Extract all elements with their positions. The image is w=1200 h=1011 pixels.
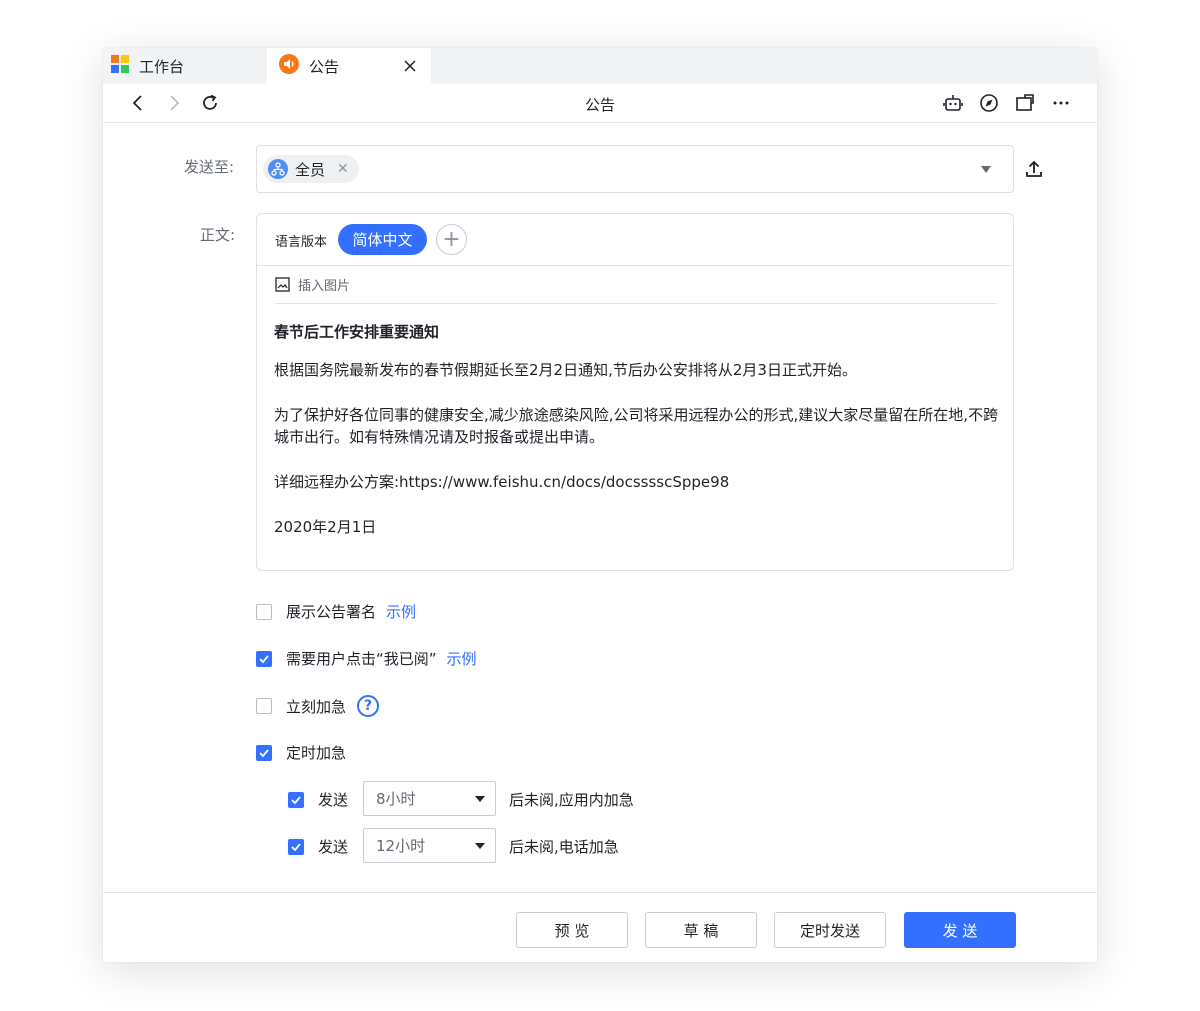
rule2-send-label: 发送 xyxy=(318,838,349,856)
remove-chip-icon[interactable]: ✕ xyxy=(337,161,349,177)
scheduled-urgent-label: 定时加急 xyxy=(286,744,347,762)
show-signature-checkbox[interactable] xyxy=(256,603,272,620)
option-urgent-now: 立刻加急 ? xyxy=(256,695,380,717)
content-paragraph: 根据国务院最新发布的春节假期延长至2月2日通知,节后办公安排将从2月3日正式开始… xyxy=(274,361,857,379)
content-date: 2020年2月1日 xyxy=(274,518,377,536)
insert-image-button[interactable]: 插入图片 xyxy=(275,266,997,304)
new-window-icon[interactable] xyxy=(1014,92,1036,114)
help-icon[interactable]: ? xyxy=(357,695,380,717)
language-label: 语言版本 xyxy=(275,235,328,250)
announcement-window: 工作台 公告 公告 发送至: 全员 ✕ 正文: 语言版本 简体中文 + 插入图片… xyxy=(103,48,1097,962)
rule1-duration-select[interactable]: 8小时 xyxy=(363,781,496,816)
option-show-signature: 展示公告署名 示例 xyxy=(256,601,416,622)
option-require-read: 需要用户点击“我已阅” 示例 xyxy=(256,648,477,669)
rule2-suffix: 后未阅,电话加急 xyxy=(509,838,619,856)
rule2-duration-value: 12小时 xyxy=(376,837,426,855)
tab-announcement[interactable]: 公告 xyxy=(267,48,431,84)
insert-image-label: 插入图片 xyxy=(298,279,351,294)
show-signature-label: 展示公告署名 xyxy=(286,603,377,621)
chevron-down-icon[interactable] xyxy=(981,166,991,173)
example-link[interactable]: 示例 xyxy=(447,648,477,669)
urgent-now-label: 立刻加急 xyxy=(286,697,347,716)
add-language-icon[interactable]: + xyxy=(436,224,467,255)
urgent-rule-2: 发送 xyxy=(288,836,348,857)
body-label: 正文: xyxy=(200,226,236,244)
draft-button[interactable]: 草 稿 xyxy=(645,912,757,948)
announcement-title: 春节后工作安排重要通知 xyxy=(274,323,440,341)
workbench-icon xyxy=(111,55,129,77)
option-scheduled-urgent: 定时加急 xyxy=(256,742,346,763)
language-row: 语言版本 简体中文 + xyxy=(257,214,1013,266)
toolbar: 公告 xyxy=(103,84,1097,123)
chevron-down-icon xyxy=(475,843,485,849)
recipient-select[interactable]: 全员 ✕ xyxy=(256,145,1014,193)
tab-label: 工作台 xyxy=(139,57,185,76)
preview-button[interactable]: 预 览 xyxy=(516,912,628,948)
require-read-label: 需要用户点击“我已阅” xyxy=(286,650,437,668)
rule2-duration-select[interactable]: 12小时 xyxy=(363,828,496,863)
scheduled-urgent-checkbox[interactable] xyxy=(256,744,272,761)
rule2-checkbox[interactable] xyxy=(288,838,304,855)
tab-bar: 工作台 公告 xyxy=(103,48,1097,84)
tab-workbench[interactable]: 工作台 xyxy=(103,48,267,84)
rule1-suffix: 后未阅,应用内加急 xyxy=(509,791,634,809)
example-link[interactable]: 示例 xyxy=(386,601,416,622)
upload-icon[interactable] xyxy=(1023,158,1045,180)
content-paragraph: 详细远程办公方案:https://www.feishu.cn/docs/docs… xyxy=(274,473,730,491)
speaker-icon xyxy=(279,54,299,78)
content-paragraph: 为了保护好各位同事的健康安全,减少旅途感染风险,公司将采用远程办公的形式,建议大… xyxy=(274,406,999,446)
rule1-duration-value: 8小时 xyxy=(376,790,416,808)
urgent-rule-1: 发送 xyxy=(288,789,348,810)
close-icon[interactable] xyxy=(401,57,419,75)
send-to-label: 发送至: xyxy=(184,158,235,176)
body-editor: 语言版本 简体中文 + 插入图片 春节后工作安排重要通知 根据国务院最新发布的春… xyxy=(256,213,1014,571)
image-icon xyxy=(275,277,290,292)
language-tab-zh[interactable]: 简体中文 xyxy=(338,224,427,255)
send-button[interactable]: 发 送 xyxy=(904,912,1016,948)
more-icon[interactable] xyxy=(1050,92,1072,114)
rule1-send-label: 发送 xyxy=(318,791,349,809)
rule1-checkbox[interactable] xyxy=(288,791,304,808)
robot-icon[interactable] xyxy=(942,92,964,114)
scheduled-send-button[interactable]: 定时发送 xyxy=(774,912,886,948)
tab-label: 公告 xyxy=(309,57,340,76)
compass-icon[interactable] xyxy=(978,92,1000,114)
urgent-now-checkbox[interactable] xyxy=(256,698,272,714)
body-content[interactable]: 春节后工作安排重要通知 根据国务院最新发布的春节假期延长至2月2日通知,节后办公… xyxy=(274,321,1004,561)
chevron-down-icon xyxy=(475,796,485,802)
recipient-chip[interactable]: 全员 ✕ xyxy=(263,155,359,183)
org-icon xyxy=(268,159,288,179)
footer-bar: 预 览 草 稿 定时发送 发 送 xyxy=(103,892,1097,962)
require-read-checkbox[interactable] xyxy=(256,650,272,667)
recipient-chip-label: 全员 xyxy=(295,160,326,179)
